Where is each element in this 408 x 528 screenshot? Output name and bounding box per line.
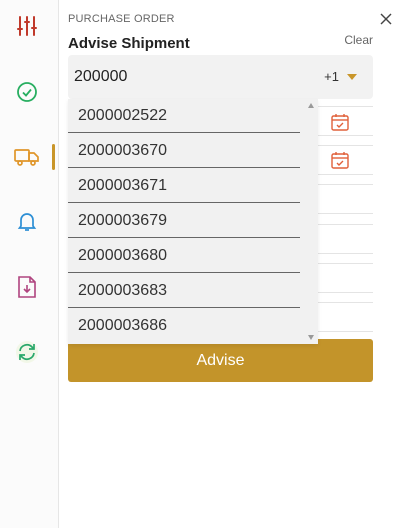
purchase-order-combobox[interactable]: 200000 +1 bbox=[68, 55, 373, 99]
dropdown-option[interactable]: 2000003671 bbox=[68, 169, 300, 203]
dropdown-option[interactable]: 2000003670 bbox=[68, 134, 300, 168]
section-label: PURCHASE ORDER bbox=[68, 13, 175, 25]
truck-icon[interactable] bbox=[13, 143, 41, 171]
dropdown-option[interactable]: 2000003679 bbox=[68, 204, 300, 238]
check-circle-icon[interactable] bbox=[13, 78, 41, 106]
clear-button[interactable]: Clear bbox=[344, 33, 373, 47]
calendar-icon[interactable] bbox=[330, 150, 350, 170]
scroll-up-arrow[interactable] bbox=[308, 103, 314, 108]
dropdown-option[interactable]: 2000003680 bbox=[68, 239, 300, 273]
selected-count-badge: +1 bbox=[324, 69, 339, 84]
active-nav-indicator bbox=[52, 144, 55, 170]
close-icon[interactable] bbox=[380, 12, 394, 26]
nav-rail bbox=[0, 0, 59, 528]
scroll-down-arrow[interactable] bbox=[308, 335, 314, 340]
page-title: Advise Shipment bbox=[68, 35, 190, 52]
sliders-icon[interactable] bbox=[13, 12, 41, 40]
purchase-order-dropdown[interactable]: 2000002522 2000003670 2000003671 2000003… bbox=[68, 99, 318, 344]
dropdown-option[interactable]: 2000003683 bbox=[68, 274, 300, 308]
combobox-input-value[interactable]: 200000 bbox=[74, 68, 127, 86]
bell-icon[interactable] bbox=[13, 207, 41, 235]
refresh-icon[interactable] bbox=[13, 338, 41, 366]
document-download-icon[interactable] bbox=[13, 273, 41, 301]
chevron-down-icon[interactable] bbox=[347, 74, 357, 80]
advise-button[interactable]: Advise bbox=[68, 339, 373, 382]
calendar-icon[interactable] bbox=[330, 112, 350, 132]
dropdown-option[interactable]: 2000002522 bbox=[68, 99, 300, 133]
dropdown-option[interactable]: 2000003686 bbox=[68, 309, 300, 343]
